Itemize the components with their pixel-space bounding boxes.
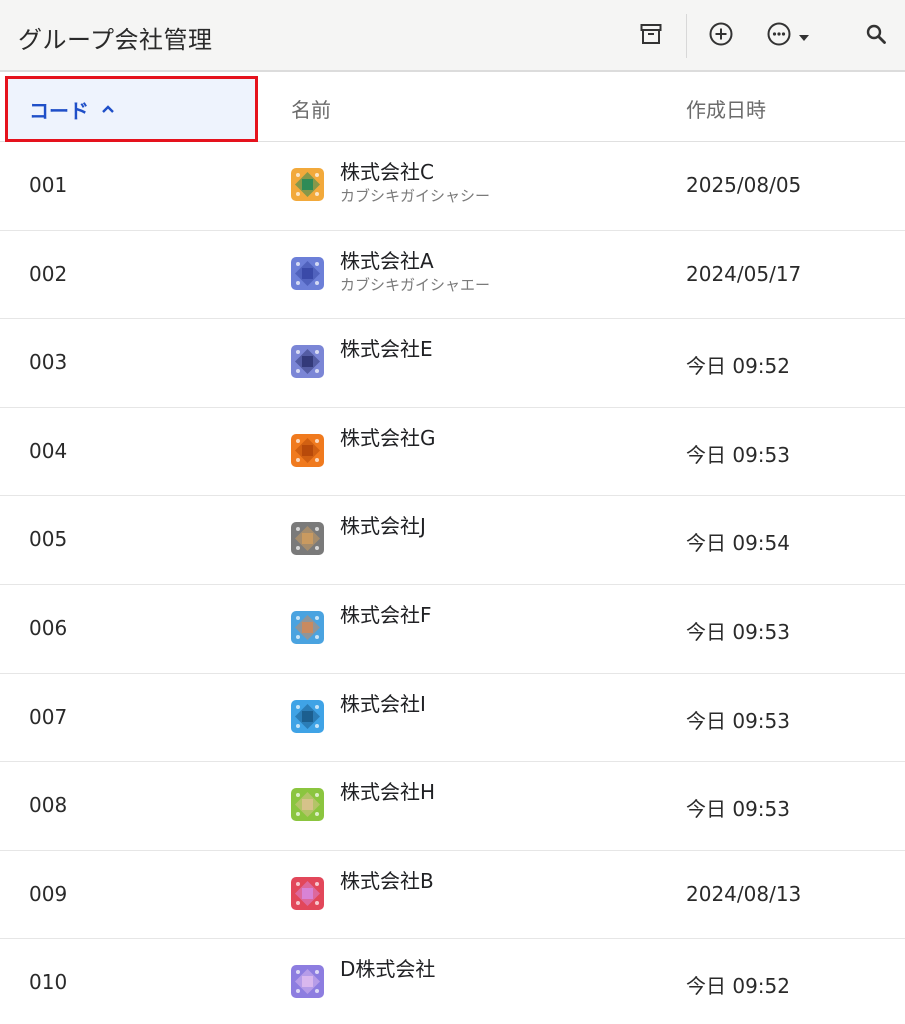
- cell-code: 002: [29, 261, 68, 286]
- cell-code: 007: [29, 704, 68, 729]
- company-name: 株式会社H: [340, 780, 436, 805]
- cell-created: 今日 09:53: [686, 797, 790, 822]
- cell-code: 005: [29, 527, 68, 552]
- table-row[interactable]: 007 株式会社I 今日 09:53: [0, 674, 905, 763]
- add-button[interactable]: [701, 16, 741, 56]
- table-row[interactable]: 010 D株式会社 今日 09:52: [0, 939, 905, 1024]
- chevron-up-icon: [101, 104, 115, 114]
- company-name-cell: 株式会社G: [340, 426, 436, 450]
- company-avatar-icon: [291, 345, 324, 379]
- company-avatar-icon: [291, 699, 324, 733]
- table-row[interactable]: 004 株式会社G 今日 09:53: [0, 408, 905, 497]
- cell-created: 今日 09:52: [686, 974, 790, 999]
- cell-code: 006: [29, 615, 68, 640]
- table-row[interactable]: 003 株式会社E 今日 09:52: [0, 319, 905, 408]
- company-avatar-icon: [291, 610, 324, 644]
- company-avatar-icon: [291, 256, 324, 290]
- more-circle-icon: [766, 21, 792, 51]
- company-avatar-icon: [291, 965, 324, 999]
- archive-button[interactable]: [631, 16, 671, 56]
- column-header-code-label: コード: [29, 98, 89, 123]
- company-avatar-icon: [291, 876, 324, 910]
- cell-code: 004: [29, 438, 68, 463]
- company-name-cell: 株式会社H: [340, 780, 435, 804]
- app: グループ会社管理 コード 名前 作成日時 001 株式会社C カブシキガイシャシ…: [0, 0, 905, 1024]
- archive-icon: [639, 22, 663, 50]
- column-header-created[interactable]: 作成日時: [686, 94, 766, 123]
- company-name: 株式会社I: [340, 691, 426, 716]
- search-icon: [865, 23, 887, 49]
- cell-created: 今日 09:53: [686, 619, 790, 644]
- cell-created: 2025/08/05: [686, 173, 802, 197]
- company-avatar-icon: [291, 522, 324, 556]
- company-name-cell: D株式会社: [340, 957, 435, 981]
- cell-created: 2024/05/17: [686, 261, 802, 286]
- company-name-cell: 株式会社J: [340, 514, 426, 538]
- more-actions-button[interactable]: [758, 16, 818, 56]
- search-button[interactable]: [856, 16, 896, 56]
- toolbar: グループ会社管理: [0, 0, 905, 72]
- company-name: 株式会社C: [340, 160, 434, 184]
- company-avatar-icon: [291, 433, 324, 467]
- add-circle-icon: [708, 21, 734, 51]
- cell-created: 今日 09:52: [686, 354, 790, 379]
- company-avatar-icon: [291, 788, 324, 822]
- cell-code: 003: [29, 350, 68, 375]
- cell-code: 008: [29, 793, 68, 818]
- cell-code: 001: [29, 173, 68, 197]
- company-name: 株式会社F: [340, 602, 432, 627]
- table-row[interactable]: 006 株式会社F 今日 09:53: [0, 585, 905, 674]
- company-name: 株式会社E: [340, 337, 433, 362]
- column-header-code[interactable]: コード: [5, 76, 258, 142]
- company-name: 株式会社G: [340, 425, 436, 450]
- company-name: D株式会社: [340, 957, 436, 982]
- page-title: グループ会社管理: [18, 26, 213, 54]
- column-header-name[interactable]: 名前: [291, 94, 331, 123]
- cell-code: 009: [29, 881, 68, 906]
- table-row[interactable]: 009 株式会社B 2024/08/13: [0, 851, 905, 940]
- company-name-cell: 株式会社C カブシキガイシャシー: [340, 160, 490, 206]
- cell-created: 今日 09:53: [686, 708, 790, 733]
- dropdown-caret-icon: [798, 27, 810, 46]
- company-kana: カブシキガイシャシー: [340, 187, 491, 205]
- table-row[interactable]: 008 株式会社H 今日 09:53: [0, 762, 905, 851]
- cell-code: 010: [29, 970, 68, 995]
- table-header: コード 名前 作成日時: [0, 72, 905, 142]
- toolbar-divider: [686, 14, 687, 58]
- company-name-cell: 株式会社F: [340, 603, 432, 627]
- cell-created: 2024/08/13: [686, 881, 802, 906]
- table-row[interactable]: 001 株式会社C カブシキガイシャシー 2025/08/05: [0, 142, 905, 231]
- table-body: 001 株式会社C カブシキガイシャシー 2025/08/05 002 株式会社…: [0, 142, 905, 1024]
- cell-created: 今日 09:54: [686, 531, 790, 556]
- table-row[interactable]: 005 株式会社J 今日 09:54: [0, 496, 905, 585]
- company-name: 株式会社A: [340, 248, 434, 273]
- cell-created: 今日 09:53: [686, 442, 790, 467]
- company-name: 株式会社B: [340, 868, 434, 893]
- company-avatar-icon: [291, 168, 324, 201]
- company-name-cell: 株式会社I: [340, 692, 426, 716]
- company-name-cell: 株式会社B: [340, 869, 434, 893]
- company-name-cell: 株式会社E: [340, 337, 433, 361]
- company-name: 株式会社J: [340, 514, 426, 539]
- table-row[interactable]: 002 株式会社A カブシキガイシャエー 2024/05/17: [0, 231, 905, 320]
- company-kana: カブシキガイシャエー: [340, 275, 491, 294]
- company-name-cell: 株式会社A カブシキガイシャエー: [340, 249, 490, 295]
